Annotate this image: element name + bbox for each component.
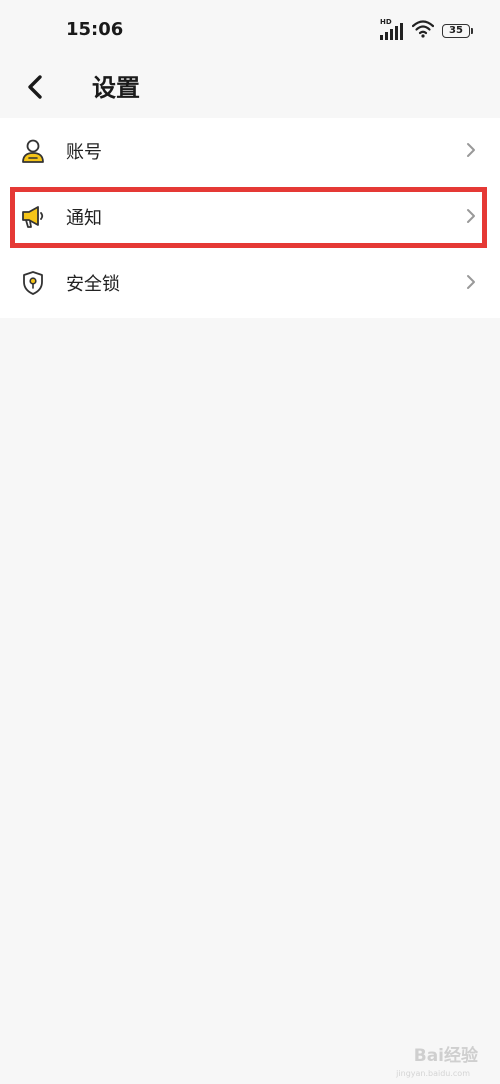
settings-item-security-lock[interactable]: 安全锁 xyxy=(0,250,500,316)
settings-item-label: 通知 xyxy=(66,208,102,229)
back-button[interactable] xyxy=(20,66,52,106)
megaphone-icon xyxy=(20,204,46,230)
settings-item-notification[interactable]: 通知 xyxy=(0,184,500,250)
settings-item-label: 账号 xyxy=(66,142,102,163)
battery-icon: 35 xyxy=(442,24,473,38)
settings-item-label: 安全锁 xyxy=(66,274,120,295)
hd-label: HD xyxy=(380,18,392,26)
settings-list: 账号 通知 安全锁 xyxy=(0,118,500,318)
shield-key-icon xyxy=(20,270,46,296)
watermark: Bai经验 xyxy=(414,1041,478,1066)
watermark-url: jingyan.baidu.com xyxy=(396,1069,470,1078)
page-title: 设置 xyxy=(92,74,140,102)
status-icons: HD 35 xyxy=(380,18,473,42)
signal-icon: HD xyxy=(380,18,404,40)
settings-item-account[interactable]: 账号 xyxy=(0,118,500,184)
header: 设置 xyxy=(0,58,500,118)
watermark-text: Bai经验 xyxy=(413,1046,478,1066)
chevron-right-icon xyxy=(466,142,476,158)
user-icon xyxy=(20,138,46,164)
status-bar: 15:06 HD 35 xyxy=(0,0,500,58)
chevron-right-icon xyxy=(466,274,476,290)
chevron-right-icon xyxy=(466,208,476,224)
wifi-icon xyxy=(411,20,435,42)
status-time: 15:06 xyxy=(66,19,124,40)
chevron-left-icon xyxy=(28,75,42,99)
